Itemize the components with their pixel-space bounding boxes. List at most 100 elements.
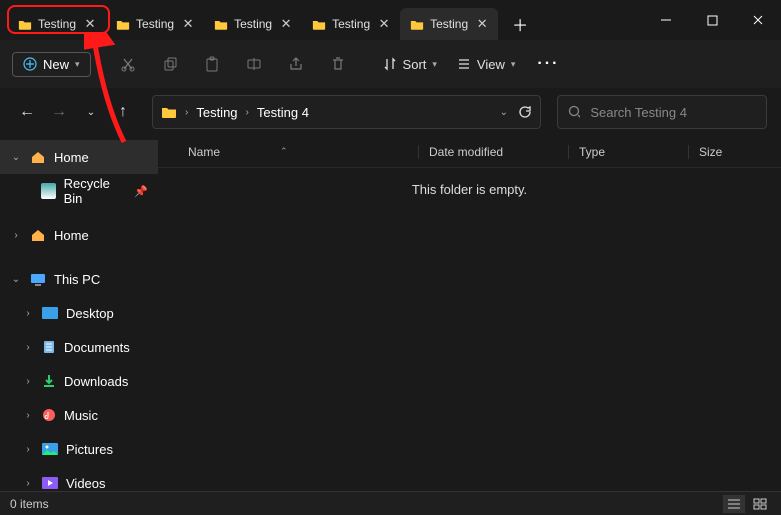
sidebar-item-downloads[interactable]: › Downloads xyxy=(0,364,158,398)
column-size[interactable]: Size xyxy=(688,145,781,159)
chevron-down-icon: ▾ xyxy=(432,59,437,70)
tab-close-icon[interactable]: ✕ xyxy=(278,16,294,32)
tab-close-icon[interactable]: ✕ xyxy=(82,16,98,32)
close-window-button[interactable] xyxy=(735,0,781,40)
collapse-icon[interactable]: ⌄ xyxy=(10,152,22,163)
pin-icon[interactable]: 📌 xyxy=(134,185,148,198)
sidebar-label: Documents xyxy=(64,340,130,355)
toolbar: New ▾ Sort ▾ View ▾ ··· xyxy=(0,40,781,88)
tab-label: Testing xyxy=(430,17,468,31)
nav-row: ← → ⌄ ↑ › Testing › Testing 4 ⌄ xyxy=(0,88,781,136)
column-type[interactable]: Type xyxy=(568,145,688,159)
tab-1[interactable]: Testing ✕ xyxy=(8,8,106,40)
delete-icon[interactable] xyxy=(319,46,357,82)
recycle-bin-icon xyxy=(41,183,56,199)
sidebar-item-home-2[interactable]: › Home xyxy=(0,218,158,252)
sidebar-label: This PC xyxy=(54,272,100,287)
expand-icon[interactable]: › xyxy=(22,444,34,455)
sort-icon xyxy=(383,57,397,71)
search-box[interactable] xyxy=(557,95,767,129)
paste-icon[interactable] xyxy=(193,46,231,82)
window-controls xyxy=(643,0,781,40)
new-button[interactable]: New ▾ xyxy=(12,52,91,77)
sidebar-label: Desktop xyxy=(66,306,114,321)
chevron-right-icon[interactable]: › xyxy=(246,107,249,118)
collapse-icon[interactable]: ⌄ xyxy=(10,274,22,285)
music-icon xyxy=(42,408,56,422)
content-area: Name ⌃ Date modified Type Size This fold… xyxy=(158,136,781,491)
copy-icon[interactable] xyxy=(151,46,189,82)
tab-3[interactable]: Testing ✕ xyxy=(204,8,302,40)
new-tab-button[interactable]: ＋ xyxy=(504,8,536,40)
search-icon xyxy=(568,105,580,119)
up-button[interactable]: ↑ xyxy=(110,96,136,128)
share-icon[interactable] xyxy=(277,46,315,82)
sidebar-item-this-pc[interactable]: ⌄ This PC xyxy=(0,262,158,296)
sidebar-item-desktop[interactable]: › Desktop xyxy=(0,296,158,330)
pictures-icon xyxy=(42,443,58,455)
breadcrumb-seg-1[interactable]: Testing xyxy=(196,105,237,120)
tab-2[interactable]: Testing ✕ xyxy=(106,8,204,40)
expand-icon[interactable]: › xyxy=(22,376,34,387)
cut-icon[interactable] xyxy=(109,46,147,82)
breadcrumb-seg-2[interactable]: Testing 4 xyxy=(257,105,309,120)
thumbnails-view-icon[interactable] xyxy=(749,495,771,513)
sort-button[interactable]: Sort ▾ xyxy=(375,53,445,76)
expand-icon[interactable]: › xyxy=(22,342,34,353)
pc-icon xyxy=(30,272,46,286)
home-icon xyxy=(30,228,46,242)
column-headers: Name ⌃ Date modified Type Size xyxy=(158,136,781,168)
column-name[interactable]: Name ⌃ xyxy=(158,145,418,159)
view-icon xyxy=(457,57,471,71)
expand-icon[interactable]: › xyxy=(22,410,34,421)
tab-5-active[interactable]: Testing ✕ xyxy=(400,8,498,40)
chevron-down-icon[interactable]: ⌄ xyxy=(500,107,508,118)
more-button[interactable]: ··· xyxy=(527,51,569,77)
folder-icon xyxy=(116,19,130,30)
details-view-icon[interactable] xyxy=(723,495,745,513)
new-label: New xyxy=(43,57,69,72)
address-bar[interactable]: › Testing › Testing 4 ⌄ xyxy=(152,95,541,129)
tab-close-icon[interactable]: ✕ xyxy=(474,16,490,32)
recent-locations-button[interactable]: ⌄ xyxy=(78,96,104,128)
home-icon xyxy=(30,150,46,164)
view-button[interactable]: View ▾ xyxy=(449,53,523,76)
column-date[interactable]: Date modified xyxy=(418,145,568,159)
folder-icon xyxy=(312,19,326,30)
plus-circle-icon xyxy=(23,57,37,71)
forward-button[interactable]: → xyxy=(46,96,72,128)
sort-indicator-icon: ⌃ xyxy=(280,146,288,157)
expand-icon[interactable]: › xyxy=(22,308,34,319)
folder-icon xyxy=(161,105,177,119)
main-area: ⌄ Home Recycle Bin 📌 › Home ⌄ This PC › … xyxy=(0,136,781,491)
expand-icon[interactable]: › xyxy=(22,478,34,489)
tab-close-icon[interactable]: ✕ xyxy=(180,16,196,32)
column-name-label: Name xyxy=(188,145,220,159)
rename-icon[interactable] xyxy=(235,46,273,82)
tab-label: Testing xyxy=(234,17,272,31)
tab-strip: Testing ✕ Testing ✕ Testing ✕ Testing ✕ … xyxy=(0,0,536,40)
sidebar-label: Home xyxy=(54,228,89,243)
minimize-button[interactable] xyxy=(643,0,689,40)
tab-close-icon[interactable]: ✕ xyxy=(376,16,392,32)
back-button[interactable]: ← xyxy=(14,96,40,128)
folder-icon xyxy=(214,19,228,30)
expand-icon[interactable]: › xyxy=(10,230,22,241)
sidebar-item-music[interactable]: › Music xyxy=(0,398,158,432)
sidebar-item-pictures[interactable]: › Pictures xyxy=(0,432,158,466)
status-bar: 0 items xyxy=(0,491,781,515)
tab-label: Testing xyxy=(38,17,76,31)
tab-label: Testing xyxy=(136,17,174,31)
tab-4[interactable]: Testing ✕ xyxy=(302,8,400,40)
videos-icon xyxy=(42,477,58,489)
search-input[interactable] xyxy=(590,105,756,120)
sidebar-item-documents[interactable]: › Documents xyxy=(0,330,158,364)
sidebar-item-recycle-bin[interactable]: Recycle Bin 📌 xyxy=(0,174,158,208)
sidebar-item-home[interactable]: ⌄ Home xyxy=(0,140,158,174)
sidebar-item-videos[interactable]: › Videos xyxy=(0,466,158,491)
sidebar-label: Music xyxy=(64,408,98,423)
chevron-right-icon[interactable]: › xyxy=(185,107,188,118)
maximize-button[interactable] xyxy=(689,0,735,40)
refresh-icon[interactable] xyxy=(518,105,532,119)
documents-icon xyxy=(42,340,56,354)
